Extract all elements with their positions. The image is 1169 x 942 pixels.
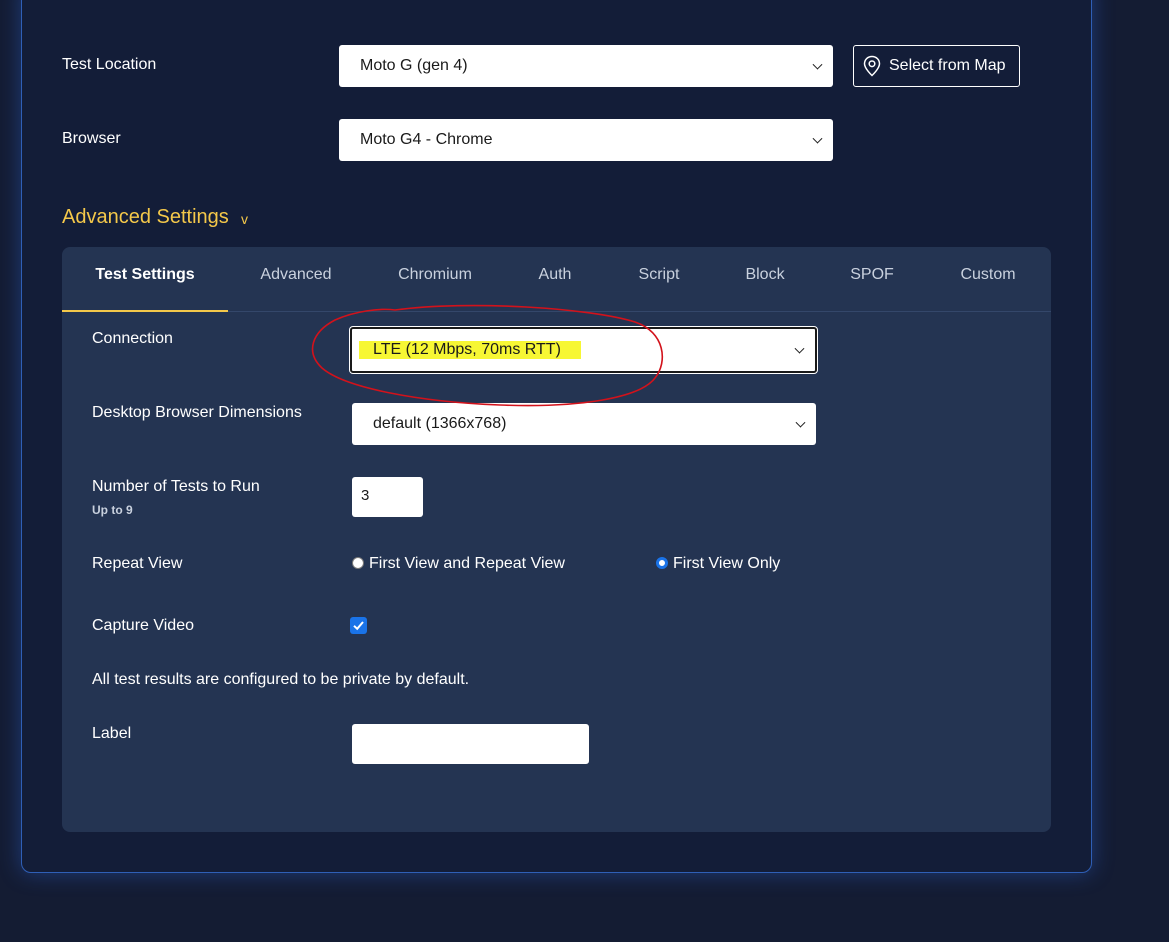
chevron-down-icon [795,417,806,428]
tab-bar: Test Settings Advanced Chromium Auth Scr… [62,247,1051,312]
num-tests-label: Number of Tests to Run [92,478,260,495]
active-tab-indicator [62,310,228,312]
tab-spof[interactable]: SPOF [850,247,894,312]
chevron-down-icon [812,133,823,144]
capture-video-label: Capture Video [92,617,194,634]
connection-value: LTE (12 Mbps, 70ms RTT) [359,341,581,359]
browser-label: Browser [62,130,121,147]
browser-select[interactable]: Moto G4 - Chrome [339,119,833,161]
test-location-label: Test Location [62,56,157,73]
chevron-down-icon [812,59,823,70]
dimensions-label: Desktop Browser Dimensions [92,404,302,421]
num-tests-input[interactable]: 3 [352,477,423,517]
num-tests-hint: Up to 9 [92,503,133,517]
radio-first-view-only-label[interactable]: First View Only [673,555,780,573]
tab-script[interactable]: Script [639,247,680,312]
test-location-select[interactable]: Moto G (gen 4) [339,45,833,87]
select-from-map-label: Select from Map [889,57,1006,74]
test-location-value: Moto G (gen 4) [360,57,468,74]
tab-advanced[interactable]: Advanced [260,247,331,312]
browser-value: Moto G4 - Chrome [360,131,493,148]
dimensions-value: default (1366x768) [373,415,507,432]
connection-select[interactable]: LTE (12 Mbps, 70ms RTT) [350,327,817,373]
advanced-settings-toggle[interactable]: Advanced Settings [62,206,229,229]
radio-first-view-only[interactable] [656,557,668,569]
chevron-down-icon [794,343,805,354]
privacy-note: All test results are configured to be pr… [92,671,470,688]
radio-first-and-repeat-view[interactable] [352,557,364,569]
tab-test-settings[interactable]: Test Settings [95,247,194,312]
advanced-settings-panel: Test Settings Advanced Chromium Auth Scr… [62,247,1051,832]
label-input[interactable] [352,724,589,764]
checkmark-icon [353,621,364,631]
tab-custom[interactable]: Custom [960,247,1015,312]
capture-video-checkbox[interactable] [350,617,367,634]
dimensions-select[interactable]: default (1366x768) [352,403,816,445]
chevron-down-icon[interactable]: v [241,211,248,227]
tab-auth[interactable]: Auth [539,247,572,312]
tab-chromium[interactable]: Chromium [398,247,472,312]
repeat-view-label: Repeat View [92,555,183,572]
radio-first-and-repeat-label[interactable]: First View and Repeat View [369,555,565,573]
tab-block[interactable]: Block [745,247,784,312]
connection-label: Connection [92,330,173,347]
label-field-label: Label [92,725,132,742]
map-pin-icon [863,55,881,77]
select-from-map-button[interactable]: Select from Map [853,45,1020,87]
